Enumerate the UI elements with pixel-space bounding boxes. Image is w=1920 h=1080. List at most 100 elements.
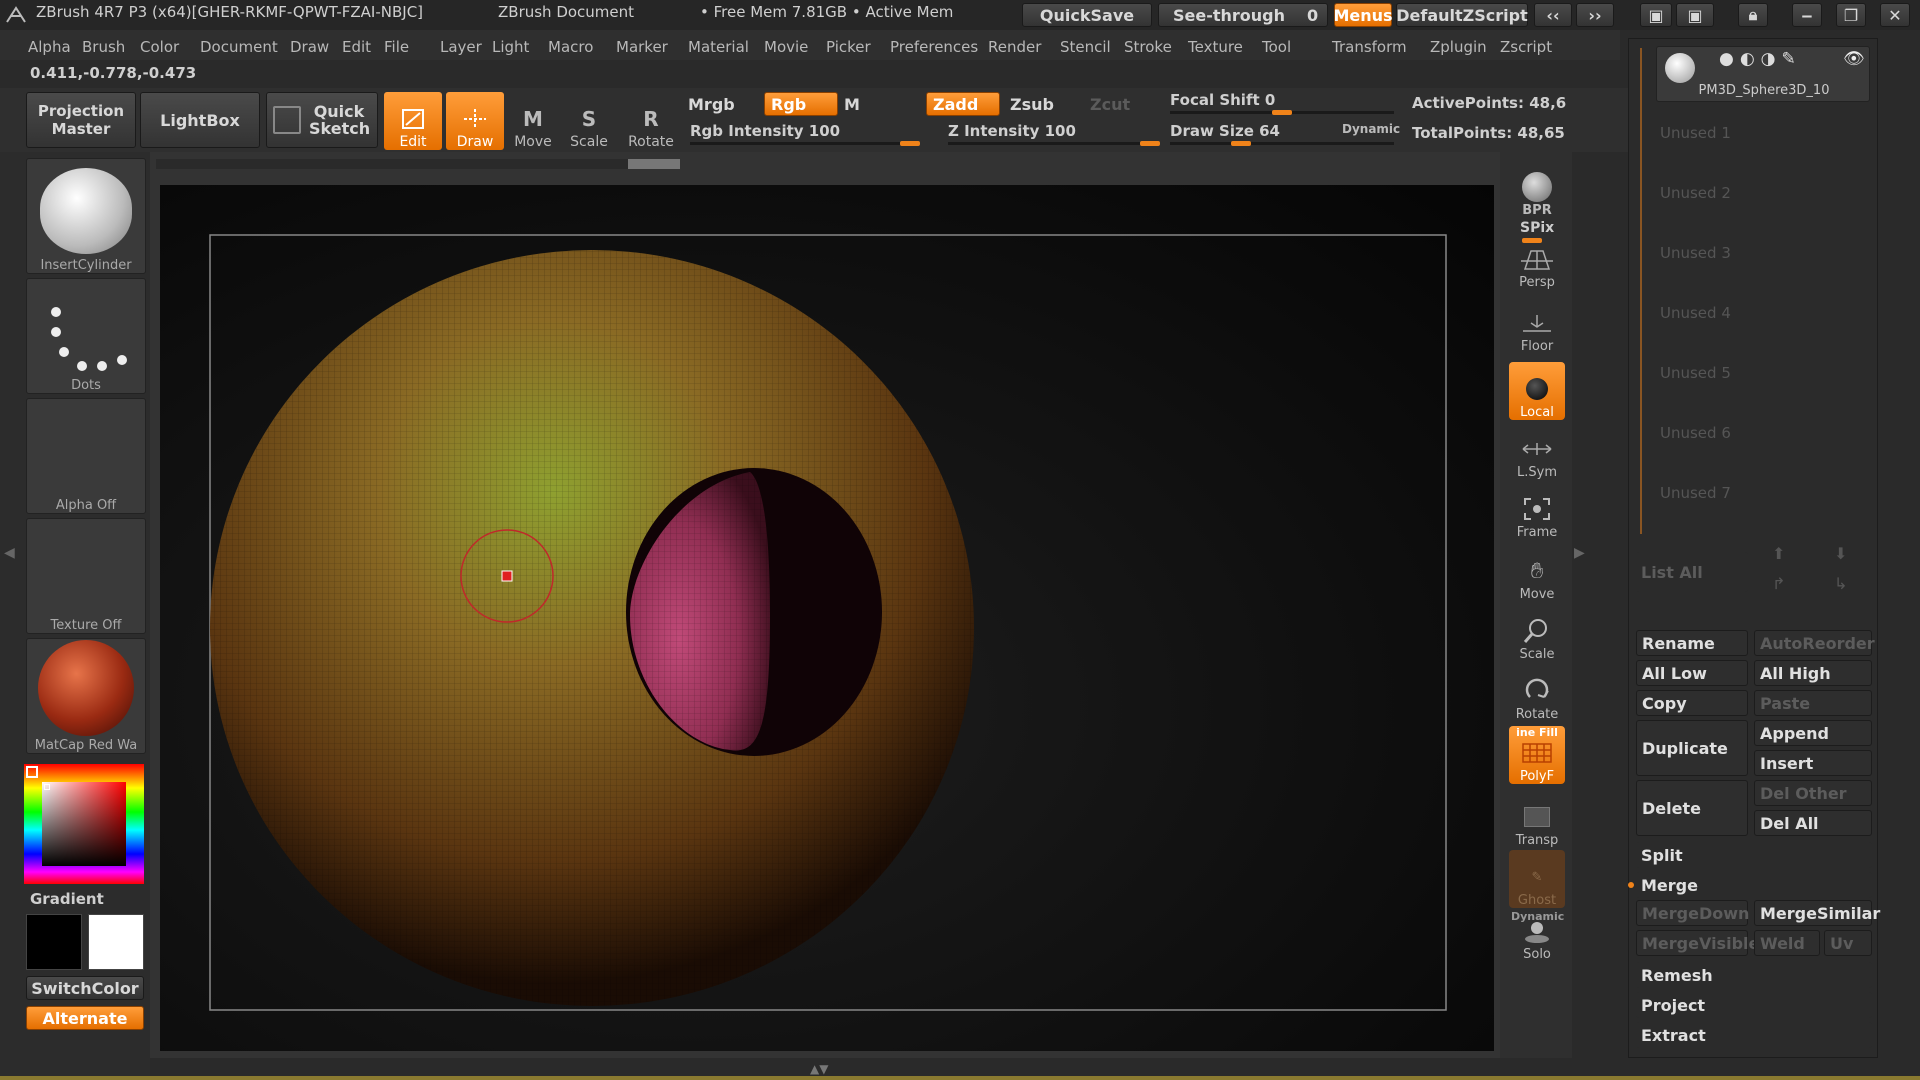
polyf-button[interactable]: ine Fill PolyF — [1509, 726, 1565, 784]
minimize-button[interactable]: ‒ — [1792, 3, 1822, 27]
local-button[interactable]: Local — [1509, 362, 1565, 420]
main-color-swatch[interactable] — [26, 914, 82, 970]
all-high-button[interactable]: All High — [1754, 660, 1872, 686]
menu-alpha[interactable]: Alpha — [28, 38, 71, 56]
remesh-section[interactable]: Remesh — [1636, 962, 1872, 988]
rotate-view-button[interactable]: Rotate — [1509, 664, 1565, 722]
viewport[interactable] — [160, 185, 1494, 1051]
autoreorder-button[interactable]: AutoReorder — [1754, 630, 1875, 656]
stroke-slot[interactable]: Dots — [26, 278, 146, 394]
menus-button[interactable]: Menus — [1333, 3, 1393, 27]
bottom-tray-toggle-icon[interactable]: ▲▼ — [810, 1062, 828, 1076]
menu-brush[interactable]: Brush — [82, 38, 125, 56]
ghost-button[interactable]: ✎ Ghost — [1509, 850, 1565, 908]
persp-button[interactable]: Persp — [1509, 232, 1565, 290]
scroll-thumb[interactable] — [628, 159, 680, 169]
quick-sketch-button[interactable]: Quick Sketch — [266, 92, 378, 148]
brush-slot[interactable]: InsertCylinder — [26, 158, 146, 274]
menu-texture[interactable]: Texture — [1188, 38, 1243, 56]
move-button[interactable]: M Move — [504, 92, 562, 150]
scroll-right-button[interactable]: ›› — [1576, 3, 1614, 27]
subtool-visibility-icons[interactable]: ●◐◑✎ — [1719, 49, 1802, 69]
merge-down-button[interactable]: MergeDown — [1636, 900, 1749, 926]
rgb-button[interactable]: Rgb — [764, 92, 838, 116]
menu-transform[interactable]: Transform — [1332, 38, 1407, 56]
layout-2-button[interactable]: ▣ — [1676, 3, 1714, 27]
list-all-button[interactable]: List All — [1636, 552, 1748, 592]
floor-button[interactable]: Floor — [1509, 296, 1565, 354]
subtool-slot[interactable]: Unused 4 — [1660, 304, 1731, 322]
menu-zplugin[interactable]: Zplugin — [1430, 38, 1487, 56]
del-other-button[interactable]: Del Other — [1754, 780, 1872, 806]
menu-zscript[interactable]: Zscript — [1500, 38, 1552, 56]
menu-render[interactable]: Render — [988, 38, 1041, 56]
projection-master-button[interactable]: Projection Master — [26, 92, 136, 148]
zadd-button[interactable]: Zadd — [926, 92, 1000, 116]
subtool-slot[interactable]: Unused 3 — [1660, 244, 1731, 262]
all-low-button[interactable]: All Low — [1636, 660, 1748, 686]
menu-movie[interactable]: Movie — [764, 38, 808, 56]
menu-preferences[interactable]: Preferences — [890, 38, 978, 56]
right-tray-toggle-icon[interactable]: ▶ — [1574, 545, 1585, 561]
move-left-arrow-icon[interactable]: ↳ — [1834, 574, 1847, 593]
subtool-slot[interactable]: Unused 1 — [1660, 124, 1731, 142]
draw-button[interactable]: Draw — [446, 92, 504, 150]
color-saturation-square[interactable] — [42, 782, 126, 866]
mrgb-button[interactable]: Mrgb — [688, 92, 758, 116]
m-button[interactable]: M — [844, 92, 918, 116]
subtool-current[interactable]: ●◐◑✎ 👁︎ PM3D_Sphere3D_10 — [1656, 46, 1870, 102]
close-button[interactable]: ✕ — [1880, 3, 1910, 27]
menu-draw[interactable]: Draw — [290, 38, 329, 56]
move-view-button[interactable]: ✋︎ Move — [1509, 544, 1565, 603]
bpr-button[interactable]: BPR — [1509, 160, 1565, 218]
menu-color[interactable]: Color — [140, 38, 179, 56]
left-tray-toggle-icon[interactable]: ◀ — [4, 545, 15, 561]
canvas[interactable] — [160, 185, 1494, 1051]
transp-button[interactable]: Transp — [1509, 790, 1565, 848]
rotate-button[interactable]: R Rotate — [622, 92, 680, 150]
alpha-slot[interactable]: Alpha Off — [26, 398, 146, 514]
extract-section[interactable]: Extract — [1636, 1022, 1872, 1048]
move-up-arrow-icon[interactable]: ⬆ — [1772, 544, 1785, 563]
lock-button[interactable]: 🔒︎ — [1738, 3, 1768, 27]
merge-similar-button[interactable]: MergeSimilar — [1754, 900, 1880, 926]
draw-size-knob[interactable] — [1231, 141, 1252, 146]
rename-button[interactable]: Rename — [1636, 630, 1748, 656]
copy-button[interactable]: Copy — [1636, 690, 1748, 716]
append-button[interactable]: Append — [1754, 720, 1872, 746]
switch-color-button[interactable]: SwitchColor — [26, 976, 144, 1000]
zcut-button[interactable]: Zcut — [1084, 92, 1158, 116]
scale-view-button[interactable]: Scale — [1509, 604, 1565, 662]
dynamic-toggle[interactable]: Dynamic — [1342, 122, 1400, 136]
menu-layer[interactable]: Layer — [440, 38, 482, 56]
see-through-slider[interactable]: See-through 0 — [1158, 3, 1328, 27]
subtool-slot[interactable]: Unused 2 — [1660, 184, 1731, 202]
document-scrollbar[interactable] — [156, 159, 680, 169]
weld-button[interactable]: Weld — [1754, 930, 1820, 956]
scale-button[interactable]: S Scale — [560, 92, 618, 150]
menu-edit[interactable]: Edit — [342, 38, 371, 56]
lsym-button[interactable]: L.Sym — [1509, 422, 1565, 480]
eye-icon[interactable]: 👁︎ — [1843, 49, 1865, 69]
menu-light[interactable]: Light — [492, 38, 529, 56]
quicksave-button[interactable]: QuickSave — [1022, 3, 1152, 27]
lightbox-button[interactable]: LightBox — [140, 92, 260, 148]
duplicate-button[interactable]: Duplicate — [1636, 720, 1748, 776]
uv-button[interactable]: Uv — [1824, 930, 1872, 956]
menu-document[interactable]: Document — [200, 38, 278, 56]
focal-shift-slider[interactable]: Focal Shift 0 — [1170, 91, 1275, 109]
gradient-label[interactable]: Gradient — [30, 890, 104, 908]
rgb-intensity-knob[interactable] — [900, 141, 920, 146]
z-intensity-slider[interactable]: Z Intensity 100 — [948, 122, 1076, 140]
menu-material[interactable]: Material — [688, 38, 749, 56]
menu-macro[interactable]: Macro — [548, 38, 593, 56]
frame-button[interactable]: Frame — [1509, 482, 1565, 540]
edit-button[interactable]: Edit — [384, 92, 442, 150]
menu-stencil[interactable]: Stencil — [1060, 38, 1111, 56]
solo-button[interactable]: Solo — [1509, 912, 1565, 962]
merge-visible-button[interactable]: MergeVisible — [1636, 930, 1759, 956]
menu-tool[interactable]: Tool — [1262, 38, 1291, 56]
restore-button[interactable]: ❐ — [1836, 3, 1866, 27]
delete-button[interactable]: Delete — [1636, 780, 1748, 836]
secondary-color-swatch[interactable] — [88, 914, 144, 970]
